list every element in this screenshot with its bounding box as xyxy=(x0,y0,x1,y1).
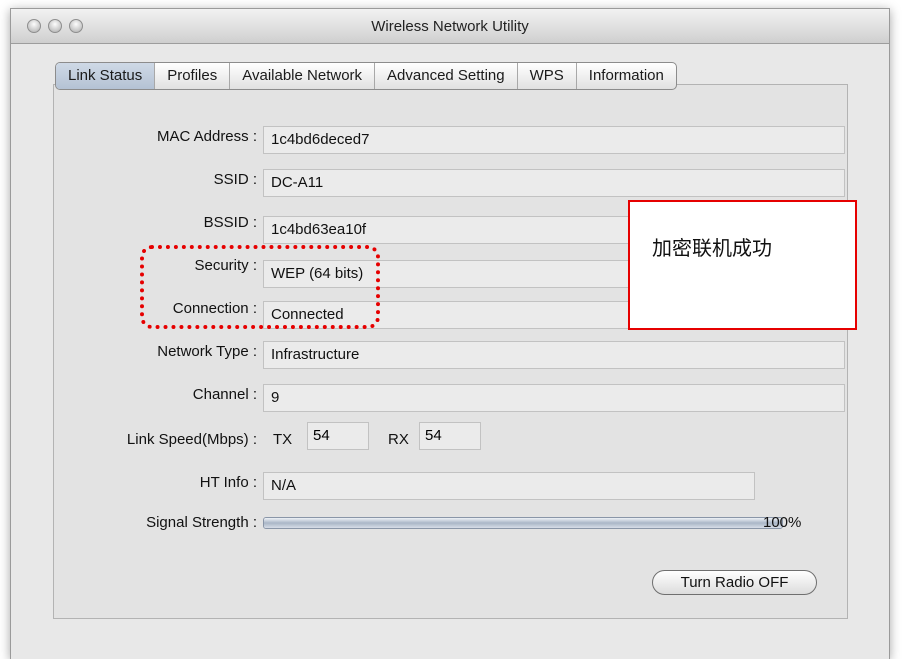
rx-speed-field: 54 xyxy=(419,422,481,450)
tab-link-status[interactable]: Link Status xyxy=(56,63,155,89)
tab-information[interactable]: Information xyxy=(575,63,676,89)
annotation-callout: 加密联机成功 xyxy=(628,200,857,330)
tab-available-network[interactable]: Available Network xyxy=(229,63,374,89)
ssid-label: SSID : xyxy=(213,171,257,188)
link-speed-label: Link Speed(Mbps) : xyxy=(126,431,257,448)
signal-strength-percent: 100% xyxy=(763,514,802,531)
network-type-label: Network Type : xyxy=(157,343,257,360)
ht-info-field: N/A xyxy=(263,472,755,500)
app-window: Wireless Network Utility Link Status Pro… xyxy=(10,8,890,659)
highlight-dotted-box xyxy=(140,245,380,329)
mac-address-field: 1c4bd6deced7 xyxy=(263,126,845,154)
window-content: Link Status Profiles Available Network A… xyxy=(11,44,889,659)
turn-radio-off-button[interactable]: Turn Radio OFF xyxy=(652,570,817,595)
ht-info-label: HT Info : xyxy=(199,474,257,491)
network-type-field: Infrastructure xyxy=(263,341,845,369)
tx-speed-field: 54 xyxy=(307,422,369,450)
title-bar[interactable]: Wireless Network Utility xyxy=(11,9,889,44)
annotation-text: 加密联机成功 xyxy=(652,236,772,260)
rx-label: RX xyxy=(388,431,409,448)
channel-field: 9 xyxy=(263,384,845,412)
bssid-label: BSSID : xyxy=(203,214,257,231)
signal-strength-bar xyxy=(263,517,783,529)
mac-address-label: MAC Address : xyxy=(156,128,257,145)
window-title: Wireless Network Utility xyxy=(371,18,529,35)
tab-wps[interactable]: WPS xyxy=(516,63,576,89)
tab-bar: Link Status Profiles Available Network A… xyxy=(55,62,677,90)
ssid-field: DC-A11 xyxy=(263,169,845,197)
signal-strength-fill xyxy=(264,518,782,528)
tab-profiles[interactable]: Profiles xyxy=(154,63,229,89)
channel-label: Channel : xyxy=(192,386,257,403)
tx-label: TX xyxy=(273,431,293,448)
signal-strength-label: Signal Strength : xyxy=(146,514,257,531)
tab-advanced-setting[interactable]: Advanced Setting xyxy=(374,63,517,89)
